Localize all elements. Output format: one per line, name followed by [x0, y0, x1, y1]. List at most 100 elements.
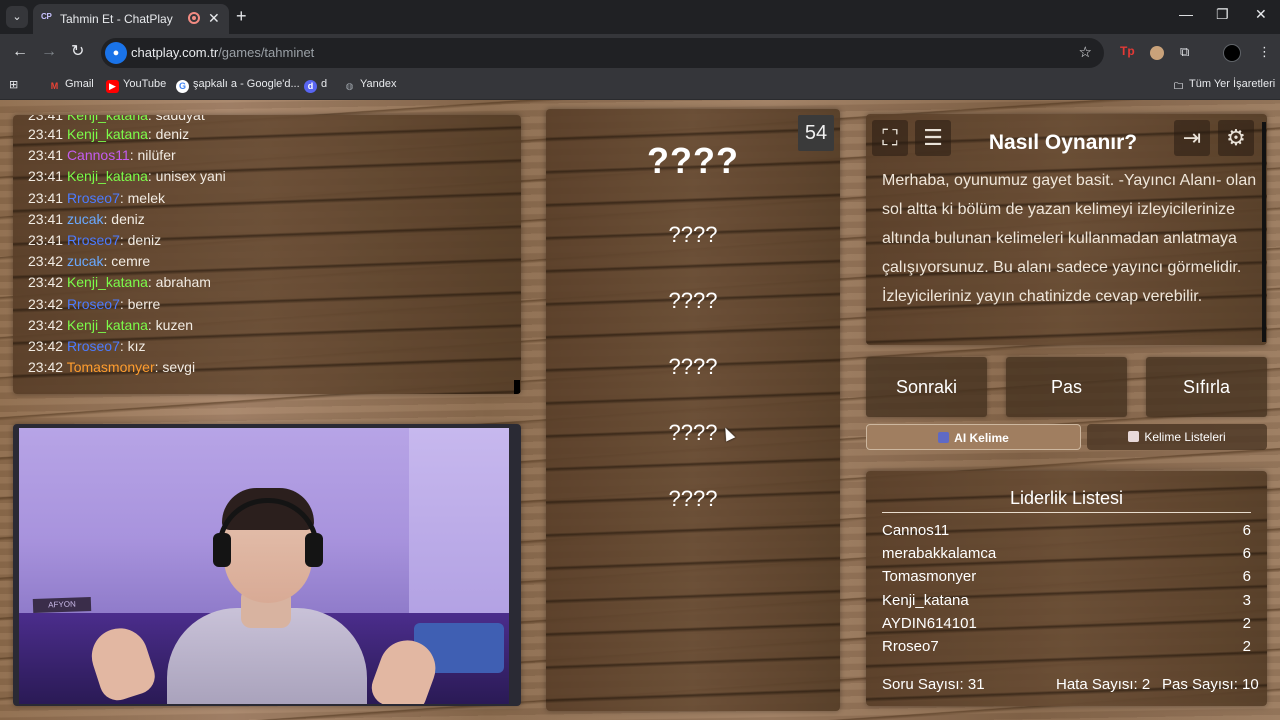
maximize-icon[interactable]: ❐: [1216, 6, 1229, 23]
chat-message: 23:41 Rroseo7: deniz: [28, 231, 161, 249]
next-button[interactable]: Sonraki: [866, 357, 987, 417]
leaderboard-row: Kenji_katana 3: [882, 592, 1251, 612]
tab-search-chevron-icon[interactable]: ⌄: [6, 6, 28, 28]
bookmark-gmail[interactable]: M Gmail: [48, 78, 94, 93]
fullscreen-icon[interactable]: ⛶: [872, 120, 908, 156]
chat-message: 23:41 Rroseo7: melek: [28, 189, 165, 207]
forbidden-word: ????: [668, 222, 718, 247]
minimize-icon[interactable]: —: [1179, 6, 1193, 22]
chat-user[interactable]: Rroseo7: [67, 232, 120, 248]
chat-separator: :: [119, 189, 128, 206]
reload-icon[interactable]: ↻: [71, 43, 84, 61]
chat-text: sevgi: [162, 359, 196, 376]
chat-message: 23:42 Rroseo7: berre: [28, 295, 160, 313]
chat-message: 23:41 Kenji_katana: deniz: [28, 125, 189, 143]
chat-user: Kenji_katana: [66, 115, 148, 123]
chat-scrollbar[interactable]: [514, 380, 520, 394]
chat-separator: :: [147, 316, 156, 333]
chat-separator: :: [147, 168, 156, 185]
leaderboard-score: 2: [1242, 614, 1251, 632]
microphone-icon[interactable]: ●: [105, 42, 127, 64]
forbidden-word: ????: [668, 486, 718, 511]
chat-user[interactable]: Kenji_katana: [67, 274, 148, 290]
bookmark-google[interactable]: Gşapkalı a - Google'd...: [176, 78, 300, 93]
chat-message: 23:42 Tomasmonyer: sevgi: [28, 358, 195, 376]
chat-text: kız: [127, 338, 146, 354]
exit-icon[interactable]: ⇥: [1174, 120, 1210, 156]
tab-title: Tahmin Et - ChatPlay: [60, 12, 173, 26]
new-tab-icon[interactable]: +: [236, 6, 247, 26]
url-host: chatplay.com.tr: [131, 45, 219, 60]
chat-separator: :: [129, 147, 138, 164]
chat-user[interactable]: Cannos11: [67, 147, 130, 163]
extension-avatar-icon[interactable]: [1150, 46, 1164, 60]
notes-icon[interactable]: ☰: [915, 120, 951, 156]
address-bar[interactable]: ● chatplay.com.tr/games/tahminet ☆: [101, 38, 1104, 68]
bookmark-yandex[interactable]: ◍ Yandex: [343, 78, 397, 93]
all-bookmarks[interactable]: 🗀 Tüm Yer İşaretleri: [1172, 78, 1275, 93]
url-text[interactable]: chatplay.com.tr/games/tahminet: [131, 45, 314, 60]
headphone-left: [213, 533, 231, 567]
leaderboard-row: AYDIN614101 2: [882, 615, 1251, 635]
webcam-video: AFYON: [19, 428, 509, 704]
chat-user[interactable]: Kenji_katana: [67, 126, 148, 142]
tab-word-lists[interactable]: Kelime Listeleri: [1087, 424, 1267, 450]
extensions-puzzle-icon[interactable]: ⧉: [1180, 44, 1189, 60]
chat-message: 23:41 Kenji_katana: unisex yani: [28, 167, 226, 185]
question-count: Soru Sayısı: 31: [882, 676, 985, 693]
close-window-icon[interactable]: ✕: [1255, 6, 1267, 23]
chat-separator: :: [147, 126, 156, 142]
browser-menu-icon[interactable]: ⋮: [1258, 44, 1271, 60]
bookmark-label: şapkalı a - Google'd...: [193, 78, 300, 90]
chat-user[interactable]: zucak: [67, 253, 104, 269]
chat-user[interactable]: Rroseo7: [67, 338, 120, 354]
webcam-panel: AFYON: [13, 424, 521, 706]
reset-button[interactable]: Sıfırla: [1146, 357, 1267, 417]
chat-user[interactable]: Rroseo7: [67, 190, 120, 206]
chatplay-favicon-icon: CP: [41, 12, 52, 21]
tab-ai-word[interactable]: AI Kelime: [866, 424, 1081, 450]
headphone-right: [305, 533, 323, 567]
bookmark-star-icon[interactable]: ☆: [1079, 43, 1092, 61]
leaderboard-name: Tomasmonyer: [882, 568, 977, 586]
leaderboard-score: 3: [1242, 591, 1251, 609]
chat-text: kuzen: [155, 316, 194, 333]
chat-user[interactable]: Kenji_katana: [67, 317, 148, 333]
leaderboard-row: Cannos11 6: [882, 522, 1251, 542]
chat-time: 23:41: [28, 232, 64, 248]
back-arrow-icon[interactable]: ←: [12, 43, 28, 61]
bookmark-d[interactable]: dd: [304, 78, 327, 93]
browser-tab-active[interactable]: CP Tahmin Et - ChatPlay ✕: [33, 4, 229, 34]
chat-user[interactable]: zucak: [67, 211, 104, 227]
leaderboard-panel: Liderlik Listesi Cannos11 6 merabakkalamca…: [866, 471, 1267, 706]
chat-separator: :: [119, 232, 128, 248]
chat-separator: :: [119, 295, 128, 312]
bookmark-label: YouTube: [123, 78, 167, 90]
recording-icon: [188, 12, 200, 24]
chat-user[interactable]: Rroseo7: [67, 296, 120, 312]
settings-icon[interactable]: ⚙: [1218, 120, 1254, 156]
chat-user[interactable]: Kenji_katana: [67, 168, 148, 184]
apps-grid-icon[interactable]: ⊞: [9, 78, 18, 91]
chat-text: deniz: [127, 232, 162, 248]
pass-button[interactable]: Pas: [1006, 357, 1127, 417]
url-path: /games/tahminet: [218, 45, 315, 60]
chat-message-partial: 23:41 Kenji_katana: saddyat: [28, 115, 205, 124]
chat-time: 23:42: [28, 295, 64, 312]
how-to-play-scrollbar[interactable]: [1262, 122, 1266, 342]
chat-time: 23:42: [28, 253, 64, 270]
forward-arrow-icon[interactable]: →: [41, 43, 57, 61]
profile-avatar[interactable]: [1223, 44, 1241, 62]
pass-count: Pas Sayısı: 10: [1162, 676, 1259, 693]
bookmark-youtube[interactable]: ▶ YouTube: [106, 78, 166, 93]
leaderboard-row: Rroseo7 2: [882, 638, 1251, 658]
how-to-play-text: Merhaba, oyunumuz gayet basit. -Yayıncı …: [882, 172, 1257, 305]
globe-icon: ◍: [345, 81, 354, 91]
leaderboard-name: merabakkalamca: [882, 545, 997, 563]
close-tab-icon[interactable]: ✕: [208, 10, 220, 27]
extension-tp-icon[interactable]: Tp: [1120, 44, 1135, 58]
chat-user[interactable]: Tomasmonyer: [67, 359, 155, 375]
forbidden-word: ????: [668, 420, 718, 445]
chat-text: berre: [127, 295, 161, 312]
leaderboard-score: 6: [1242, 545, 1251, 563]
